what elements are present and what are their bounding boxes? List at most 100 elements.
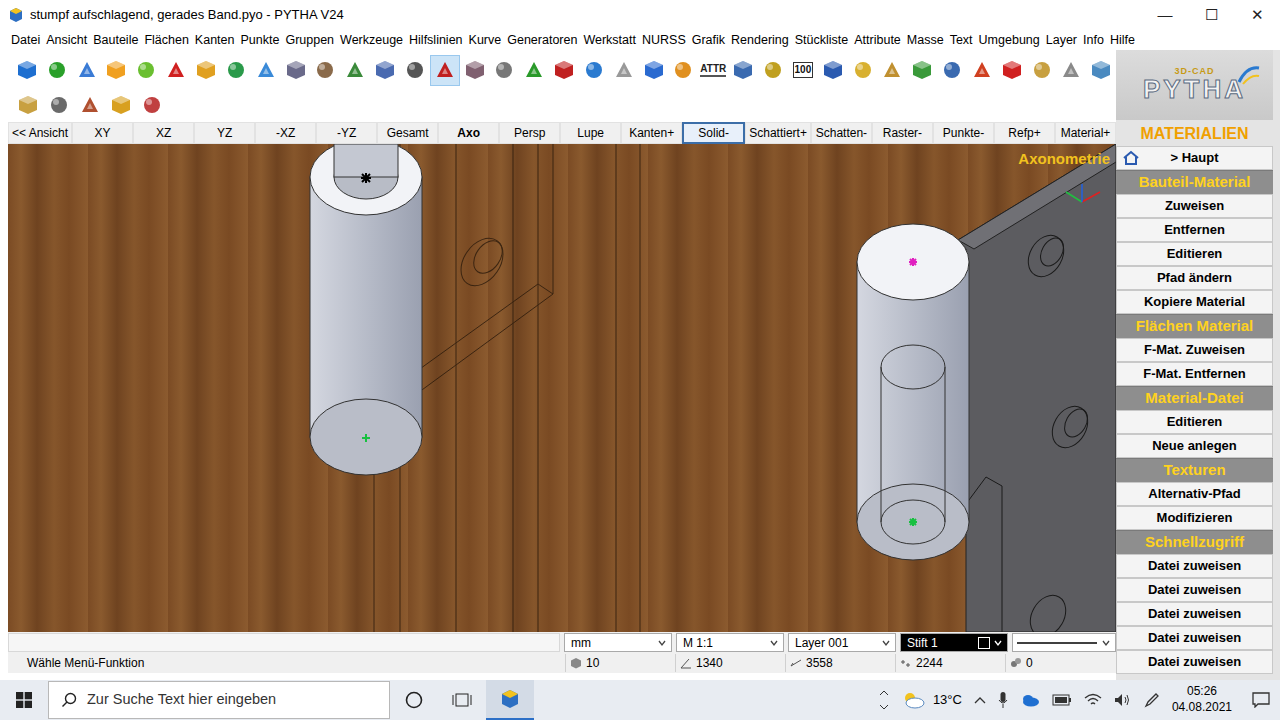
view-tab[interactable]: Kanten+ — [621, 122, 682, 144]
tool-button[interactable] — [639, 55, 669, 86]
view-tab[interactable]: Punkte- — [933, 122, 994, 144]
view-tab[interactable]: Gesamt — [377, 122, 438, 144]
tool-button[interactable] — [1057, 55, 1087, 86]
tool-button[interactable] — [1086, 55, 1116, 86]
clock[interactable]: 05:2604.08.2021 — [1172, 684, 1232, 715]
tool-button[interactable] — [251, 55, 281, 86]
tool-button[interactable] — [131, 55, 161, 86]
maximize-button[interactable]: ☐ — [1188, 4, 1234, 27]
menu-item[interactable]: Punkte — [237, 31, 282, 50]
panel-button[interactable]: F-Mat. Zuweisen — [1116, 338, 1273, 362]
tool-button[interactable] — [281, 55, 311, 86]
panel-button[interactable]: F-Mat. Entfernen — [1116, 362, 1273, 386]
menu-item[interactable]: Generatoren — [504, 31, 580, 50]
menu-item[interactable]: Bauteile — [90, 31, 141, 50]
view-tab[interactable]: Lupe — [560, 122, 621, 144]
tool-button[interactable] — [370, 55, 400, 86]
tool-button[interactable] — [877, 55, 907, 86]
panel-button[interactable]: Neue anlegen — [1116, 434, 1273, 458]
menu-item[interactable]: Datei — [8, 31, 43, 50]
view-tab[interactable]: XY — [72, 122, 133, 144]
tool-button[interactable] — [105, 90, 136, 121]
dropdown[interactable]: mm — [564, 633, 672, 652]
wifi-icon[interactable] — [1084, 693, 1102, 707]
tool-button[interactable] — [907, 55, 937, 86]
panel-button[interactable]: > Haupt — [1116, 146, 1273, 170]
tool-button[interactable] — [579, 55, 609, 86]
menu-item[interactable]: Flächen — [141, 31, 191, 50]
panel-button[interactable]: Datei zuweisen — [1116, 626, 1273, 650]
tool-button[interactable] — [74, 90, 105, 121]
tool-button[interactable] — [818, 55, 848, 86]
tool-button[interactable]: 100 — [788, 55, 818, 86]
menu-item[interactable]: Attribute — [851, 31, 904, 50]
menu-item[interactable]: Stückliste — [792, 31, 852, 50]
tool-button[interactable] — [609, 55, 639, 86]
tool-button[interactable] — [1027, 55, 1057, 86]
dropdown[interactable]: M 1:1 — [676, 633, 784, 652]
view-tab[interactable]: Persp — [499, 122, 560, 144]
menu-item[interactable]: Rendering — [728, 31, 792, 50]
tool-button[interactable] — [848, 55, 878, 86]
tool-button[interactable] — [340, 55, 370, 86]
tool-button[interactable] — [490, 55, 520, 86]
model-drawing[interactable] — [8, 144, 1116, 632]
cortana-button[interactable] — [390, 680, 438, 720]
menu-item[interactable]: Gruppen — [282, 31, 337, 50]
view-tab[interactable]: Axo — [438, 122, 499, 144]
tool-button[interactable] — [12, 55, 42, 86]
menu-item[interactable]: Info — [1080, 31, 1107, 50]
start-button[interactable] — [0, 692, 48, 708]
menu-item[interactable]: Text — [947, 31, 976, 50]
tool-button[interactable] — [758, 55, 788, 86]
panel-button[interactable]: Modifizieren — [1116, 506, 1273, 530]
panel-button[interactable]: Alternativ-Pfad — [1116, 482, 1273, 506]
panel-button[interactable]: Datei zuweisen — [1116, 578, 1273, 602]
menu-item[interactable]: Masse — [904, 31, 947, 50]
close-button[interactable]: ✕ — [1234, 4, 1280, 27]
notification-icon[interactable] — [1252, 692, 1270, 708]
view-tab[interactable]: << Ansicht — [8, 122, 72, 144]
panel-button[interactable]: Zuweisen — [1116, 194, 1273, 218]
menu-item[interactable]: NURSS — [639, 31, 689, 50]
volume-icon[interactable] — [1114, 693, 1132, 707]
pytha-taskbar-button[interactable] — [486, 680, 534, 720]
menu-item[interactable]: Ansicht — [43, 31, 90, 50]
view-tab[interactable]: Schatten- — [811, 122, 872, 144]
menu-item[interactable]: Grafik — [689, 31, 728, 50]
tool-button[interactable] — [997, 55, 1027, 86]
tool-button[interactable] — [549, 55, 579, 86]
microphone-icon[interactable] — [998, 691, 1008, 709]
menu-item[interactable]: Werkstatt — [580, 31, 639, 50]
tool-button[interactable] — [519, 55, 549, 86]
task-view-button[interactable] — [438, 680, 486, 720]
view-tab[interactable]: Raster- — [872, 122, 933, 144]
panel-button[interactable]: Editieren — [1116, 242, 1273, 266]
panel-button[interactable]: Datei zuweisen — [1116, 650, 1273, 674]
tool-button[interactable] — [728, 55, 758, 86]
view-tab[interactable]: XZ — [133, 122, 194, 144]
view-tab[interactable]: Refp+ — [994, 122, 1055, 144]
view-tab[interactable]: -XZ — [255, 122, 316, 144]
menu-item[interactable]: Hilfe — [1107, 31, 1138, 50]
tool-button[interactable] — [161, 55, 191, 86]
tool-button[interactable] — [43, 90, 74, 121]
weather[interactable]: 13°C — [901, 690, 962, 710]
menu-item[interactable]: Layer — [1043, 31, 1080, 50]
view-tab[interactable]: YZ — [194, 122, 255, 144]
tool-button[interactable] — [42, 55, 72, 86]
tool-button[interactable]: ATTR — [698, 55, 728, 86]
chevron-up-icon[interactable] — [974, 695, 986, 705]
tool-button[interactable] — [310, 55, 340, 86]
viewport[interactable]: Axonometrie — [8, 144, 1116, 632]
tool-button[interactable] — [72, 55, 102, 86]
tool-button[interactable] — [937, 55, 967, 86]
line-style-select[interactable] — [1012, 633, 1116, 652]
tool-button[interactable] — [136, 90, 167, 121]
panel-button[interactable]: Datei zuweisen — [1116, 602, 1273, 626]
onedrive-icon[interactable] — [1020, 693, 1040, 707]
pen-select[interactable]: Stift 1 — [900, 633, 1008, 652]
battery-icon[interactable] — [1052, 694, 1072, 706]
search-box[interactable]: Zur Suche Text hier eingeben — [48, 681, 390, 719]
panel-button[interactable]: Pfad ändern — [1116, 266, 1273, 290]
